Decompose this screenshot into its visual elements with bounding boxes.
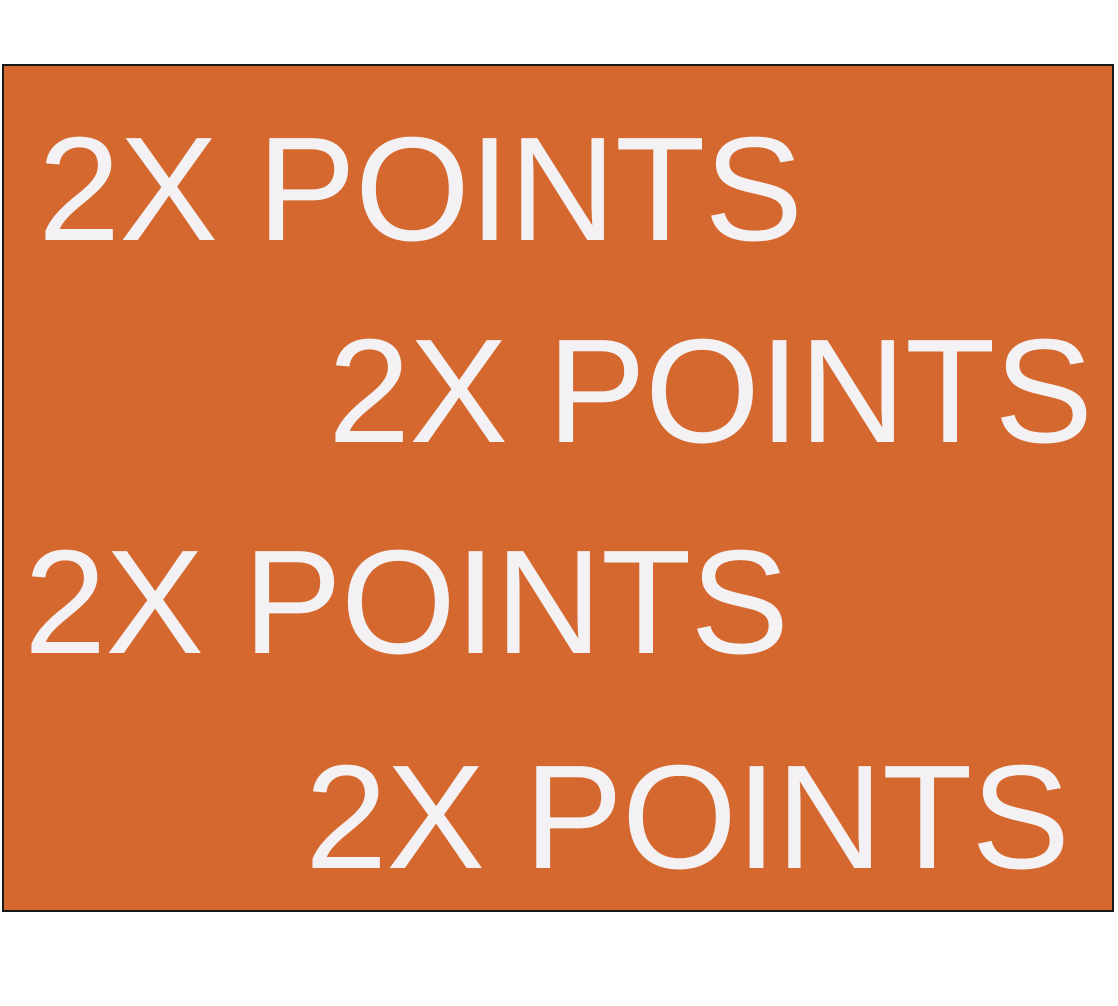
promo-text-line-4: 2X POINTS	[305, 735, 1070, 900]
page: 2X POINTS 2X POINTS 2X POINTS 2X POINTS	[0, 0, 1118, 1006]
promo-text-line-2: 2X POINTS	[328, 309, 1093, 474]
promo-banner: 2X POINTS 2X POINTS 2X POINTS 2X POINTS	[2, 64, 1114, 912]
promo-text-line-3: 2X POINTS	[24, 520, 789, 685]
promo-text-line-1: 2X POINTS	[38, 107, 803, 272]
